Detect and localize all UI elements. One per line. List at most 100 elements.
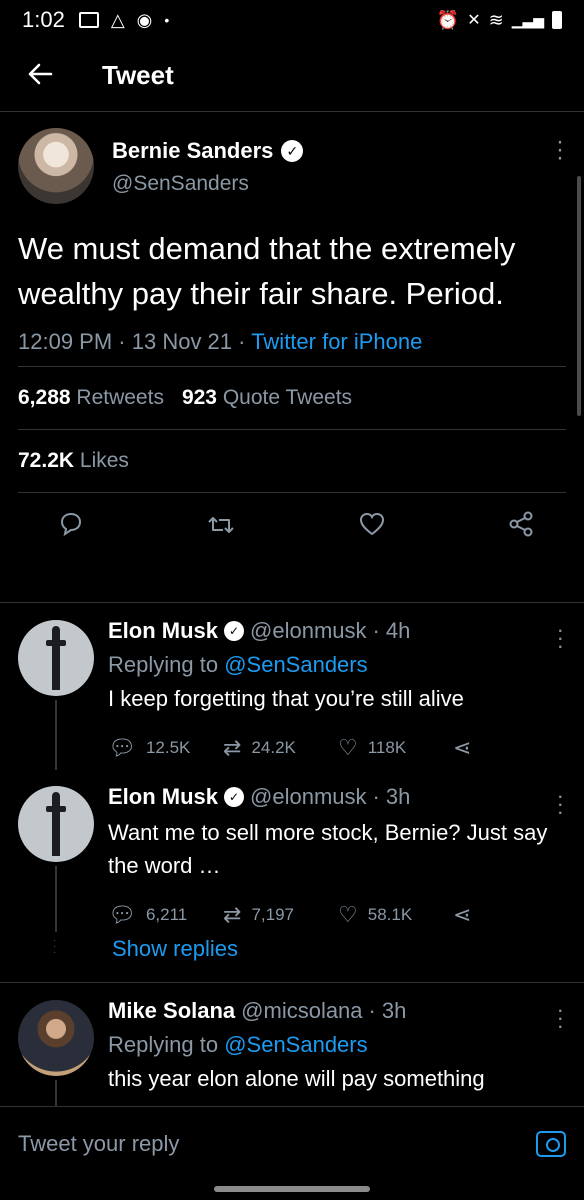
reply-input[interactable] — [18, 1130, 536, 1157]
replying-to-line: Replying to @SenSanders — [108, 1032, 564, 1058]
share-icon[interactable] — [508, 511, 534, 544]
author-name[interactable]: Bernie Sanders ✓ — [112, 138, 304, 164]
reply-text: Want me to sell more stock, Bernie? Just… — [108, 820, 548, 878]
replying-to-prefix: Replying to — [108, 1032, 219, 1057]
reply-body: Elon Musk ✓ @elonmusk · 3h Want me to se… — [108, 784, 564, 928]
reply-author-name[interactable]: Mike Solana — [108, 998, 235, 1024]
reply-author-name[interactable]: Elon Musk — [108, 618, 218, 644]
notification-icons: △ ◉ • — [78, 9, 170, 31]
like-icon: ♡ — [338, 902, 358, 927]
alarm-icon: ⏰ — [436, 9, 460, 30]
avatar[interactable] — [18, 786, 94, 862]
reply-button[interactable]: 💬︎ 12.5K — [108, 735, 223, 761]
reply-author-handle[interactable]: @elonmusk — [250, 618, 367, 644]
retweets-stat[interactable]: 6,288 Retweets — [18, 386, 164, 410]
more-options-icon[interactable]: · · · — [556, 130, 564, 170]
camera-icon[interactable] — [536, 1130, 566, 1157]
reply-age: 3h — [381, 998, 407, 1023]
battery-icon — [552, 11, 562, 29]
tweet-author: Bernie Sanders ✓ @SenSanders · · · — [0, 112, 584, 204]
retweet-icon: ⇄ — [223, 735, 242, 760]
like-button[interactable]: ♡ 58.1K — [338, 902, 453, 928]
like-count: 58.1K — [367, 905, 413, 924]
like-button[interactable]: ♡ 118K — [338, 735, 453, 761]
status-time: 1:02 — [22, 7, 65, 32]
replying-to-handle[interactable]: @SenSanders — [224, 1032, 367, 1057]
author-handle[interactable]: @SenSanders — [112, 172, 303, 196]
retweets-label: Retweets — [76, 386, 164, 409]
replying-to-prefix: Replying to — [108, 652, 219, 677]
divider — [0, 982, 584, 983]
tweet-date: 13 Nov 21 — [131, 329, 233, 354]
more-options-icon[interactable]: · · · — [557, 619, 564, 657]
tweet-actions — [0, 493, 584, 561]
author-meta: Bernie Sanders ✓ @SenSanders — [112, 128, 304, 204]
reply-button[interactable]: 💬︎ 6,211 — [108, 902, 223, 928]
mute-icon: ✕ — [467, 12, 481, 29]
home-indicator[interactable] — [214, 1186, 370, 1192]
gallery-icon — [78, 12, 99, 28]
retweet-button[interactable]: ⇄ 24.2K — [223, 735, 338, 761]
reply-actions: 💬︎ 12.5K ⇄ 24.2K ♡ 118K ⋖ — [108, 735, 564, 761]
replying-to-handle[interactable]: @SenSanders — [224, 652, 367, 677]
author-name-text: Bernie Sanders — [112, 138, 274, 163]
status-bar: 1:02 △ ◉ • ⏰ ✕ ≋ ▁▃▅ — [0, 0, 584, 40]
thread-line — [55, 1080, 57, 1106]
reply-body: Mike Solana @micsolana · 3h Replying to … — [108, 998, 564, 1095]
retweet-count: 7,197 — [251, 905, 294, 924]
tweet-time: 12:09 PM — [18, 329, 113, 354]
reply-count: 12.5K — [145, 738, 191, 757]
retweets-count: 6,288 — [18, 386, 71, 409]
reply-icon: 💬︎ — [108, 735, 136, 760]
reply-header: Elon Musk ✓ @elonmusk · 3h — [108, 784, 564, 810]
signal-icon: ▁▃▅ — [511, 11, 544, 28]
quotes-stat[interactable]: 923 Quote Tweets — [182, 386, 352, 410]
more-options-icon[interactable]: · · · — [557, 999, 564, 1037]
more-options-icon[interactable]: · · · — [557, 785, 564, 823]
like-icon[interactable] — [359, 512, 385, 543]
reply-tweet[interactable]: Mike Solana @micsolana · 3h Replying to … — [0, 984, 584, 1106]
tweet-meta: 12:09 PM · 13 Nov 21 · Twitter for iPhon… — [18, 329, 423, 354]
separator-dot: · — [368, 998, 376, 1023]
thread-line — [55, 866, 57, 932]
reply-tweet[interactable]: Elon Musk ✓ @elonmusk · 4h Replying to @… — [0, 604, 584, 770]
retweet-count: 24.2K — [251, 738, 296, 757]
separator-dot: · — [372, 784, 380, 809]
page-title: Tweet — [102, 60, 174, 90]
reply-header: Elon Musk ✓ @elonmusk · 4h — [108, 618, 564, 644]
avatar[interactable] — [18, 620, 94, 696]
show-replies-link[interactable]: Show replies — [112, 936, 238, 962]
verified-badge-icon: ✓ — [224, 621, 245, 641]
verified-badge-icon: ✓ — [281, 140, 304, 162]
reply-author-handle[interactable]: @micsolana — [241, 998, 362, 1024]
likes-stat[interactable]: 72.2K Likes — [18, 449, 129, 473]
quotes-label: Quote Tweets — [222, 386, 353, 409]
thread-dots-icon: · · · — [53, 935, 57, 958]
tweet-text: We must demand that the extremely wealth… — [18, 231, 516, 311]
more-notifications-dot: • — [164, 12, 170, 28]
arrow-left-icon[interactable] — [0, 59, 80, 93]
reply-author-handle[interactable]: @elonmusk — [250, 784, 367, 810]
app-notification-icon: ◉ — [136, 9, 153, 30]
reply-author-name[interactable]: Elon Musk — [108, 784, 218, 810]
rocket-shape — [52, 626, 60, 690]
tweet-source[interactable]: Twitter for iPhone — [251, 329, 422, 354]
rocket-fin-shape — [46, 806, 66, 812]
separator-dot: · — [372, 618, 380, 643]
reply-tweet[interactable]: · · · Elon Musk ✓ @elonmusk · 3h Want me t… — [0, 770, 584, 978]
thread-line — [55, 700, 57, 770]
tweet-stats-row: 6,288 Retweets 923 Quote Tweets — [0, 367, 584, 429]
retweet-button[interactable]: ⇄ 7,197 — [223, 902, 338, 928]
reply-icon[interactable] — [58, 512, 84, 543]
reply-text: I keep forgetting that you’re still aliv… — [108, 686, 464, 711]
replying-to-line: Replying to @SenSanders — [108, 652, 564, 678]
avatar[interactable] — [18, 1000, 94, 1076]
share-button[interactable]: ⋖ — [453, 735, 493, 761]
retweet-icon[interactable] — [207, 512, 235, 543]
likes-label: Likes — [79, 449, 129, 472]
app-header: Tweet — [0, 40, 584, 112]
reply-compose-bar — [0, 1106, 584, 1180]
avatar[interactable] — [18, 128, 94, 204]
share-button[interactable]: ⋖ — [453, 902, 493, 928]
reply-age: 4h — [385, 618, 411, 643]
